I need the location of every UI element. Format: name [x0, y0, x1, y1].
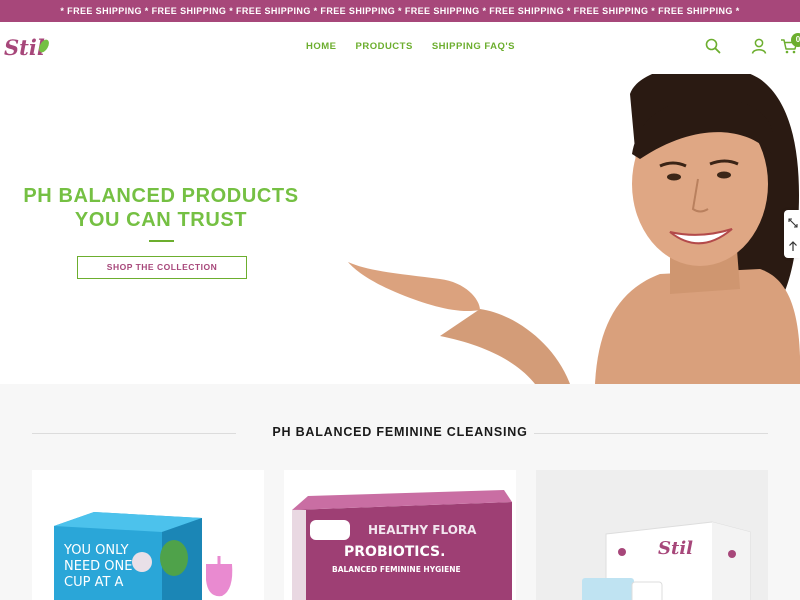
hero-divider: [149, 240, 174, 242]
nav-shipping-faqs[interactable]: SHIPPING FAQ'S: [432, 41, 515, 52]
nav-home[interactable]: HOME: [306, 41, 337, 52]
cart-count-badge: 0: [791, 33, 800, 47]
box-text-line-2: NEED ONE: [64, 559, 132, 574]
box-text-line-1: YOU ONLY: [63, 543, 129, 558]
product-card[interactable]: YOU ONLY NEED ONE CUP AT A: [32, 470, 264, 600]
brand-logo[interactable]: Stil: [3, 32, 51, 64]
arrow-up-icon[interactable]: [787, 239, 799, 251]
hero-title-line-2: YOU CAN TRUST: [74, 209, 248, 231]
box-text-line-2: PROBIOTICS.: [344, 544, 445, 560]
box-text-line-3: BALANCED FEMININE HYGIENE: [332, 565, 461, 574]
user-icon[interactable]: [750, 37, 768, 55]
box-text-line-3: CUP AT A: [64, 575, 124, 590]
expand-icon[interactable]: [787, 216, 799, 228]
product-card[interactable]: Stil: [536, 470, 768, 600]
hero-banner: PH BALANCED PRODUCTS YOU CAN TRUST SHOP …: [0, 74, 800, 384]
search-icon[interactable]: [704, 37, 722, 55]
site-header: Stil HOME PRODUCTS SHIPPING FAQ'S 0: [0, 22, 800, 74]
product-image-menstrual-cup: YOU ONLY NEED ONE CUP AT A: [54, 512, 233, 600]
box-text-line-1: HEALTHY FLORA: [368, 523, 477, 537]
nav-products[interactable]: PRODUCTS: [356, 41, 413, 52]
hero-model-image: [348, 74, 800, 384]
section-heading: PH BALANCED FEMININE CLEANSING: [32, 424, 768, 442]
collection-section: PH BALANCED FEMININE CLEANSING YOU ONLY …: [0, 384, 800, 600]
hero-title: PH BALANCED PRODUCTS YOU CAN TRUST: [0, 184, 322, 232]
announcement-bar: * FREE SHIPPING * FREE SHIPPING * FREE S…: [0, 0, 800, 22]
main-nav: HOME PRODUCTS SHIPPING FAQ'S: [306, 41, 534, 52]
product-card[interactable]: HEALTHY FLORA PROBIOTICS. BALANCED FEMIN…: [284, 470, 516, 600]
announcement-text: * FREE SHIPPING * FREE SHIPPING * FREE S…: [60, 6, 740, 16]
box-logo-text: Stil: [658, 538, 693, 559]
hero-title-line-1: PH BALANCED PRODUCTS: [23, 185, 299, 207]
product-image-display-box: Stil: [582, 521, 751, 600]
side-toolbar: [784, 210, 800, 258]
shop-collection-button[interactable]: SHOP THE COLLECTION: [77, 256, 247, 279]
logo-text: Stil: [4, 35, 45, 60]
section-title: PH BALANCED FEMININE CLEANSING: [272, 425, 528, 439]
product-image-probiotics: HEALTHY FLORA PROBIOTICS. BALANCED FEMIN…: [292, 490, 512, 600]
